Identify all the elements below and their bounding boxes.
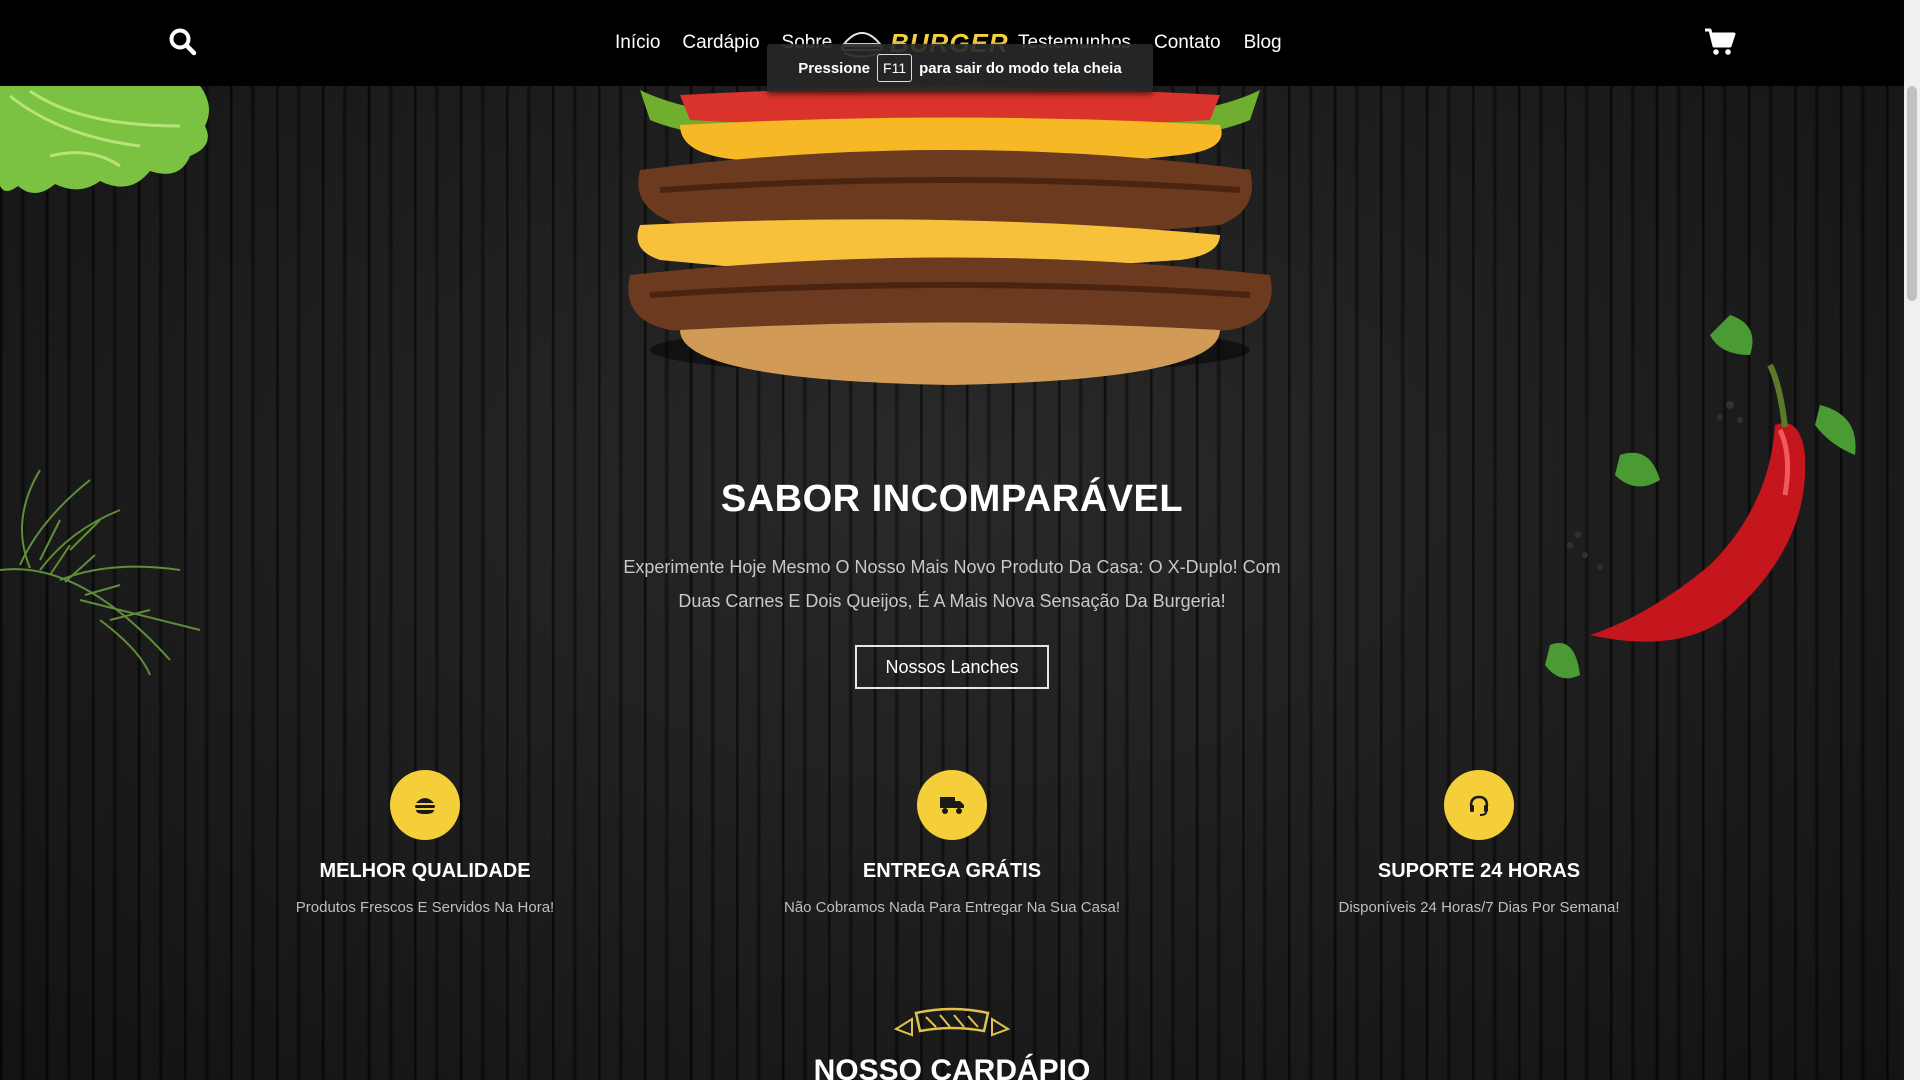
double-burger-image xyxy=(628,87,1272,385)
nossos-lanches-button[interactable]: Nossos Lanches xyxy=(855,645,1049,689)
delivery-truck-icon xyxy=(940,797,964,814)
nav-link-cardapio[interactable]: Cardápio xyxy=(682,30,759,56)
hero-title: SABOR INCOMPARÁVEL xyxy=(720,478,1184,520)
ribbon-ornament-icon xyxy=(893,1007,1011,1037)
feature-icon-circle xyxy=(917,770,987,840)
feature-title: SUPORTE 24 HORAS xyxy=(1377,860,1581,882)
feature-quality: MELHOR QUALIDADE Produtos Frescos E Serv… xyxy=(215,770,635,916)
feature-support: SUPORTE 24 HORAS Disponíveis 24 Horas/7 … xyxy=(1269,770,1689,916)
nav-link-inicio[interactable]: Início xyxy=(615,30,660,56)
feature-title: MELHOR QUALIDADE xyxy=(319,860,531,882)
feature-icon-circle xyxy=(1444,770,1514,840)
feature-description: Disponíveis 24 Horas/7 Dias Por Semana! xyxy=(1338,899,1620,916)
fullscreen-exit-toast: Pressione F11 para sair do modo tela che… xyxy=(767,44,1153,92)
cart-icon[interactable] xyxy=(1704,26,1736,58)
nav-link-blog[interactable]: Blog xyxy=(1244,30,1282,56)
toast-text-before: Pressione xyxy=(798,59,871,77)
lettuce-image xyxy=(0,86,209,194)
feature-description: Produtos Frescos E Servidos Na Hora! xyxy=(295,899,555,916)
burger-icon xyxy=(415,798,435,814)
hero-description: Experimente Hoje Mesmo O Nosso Mais Novo… xyxy=(623,557,1281,611)
feature-delivery: ENTREGA GRÁTIS Não Cobramos Nada Para En… xyxy=(742,770,1162,916)
feature-title: ENTREGA GRÁTIS xyxy=(862,860,1042,882)
feature-description: Não Cobramos Nada Para Entregar Na Sua C… xyxy=(783,899,1120,916)
feature-icon-circle xyxy=(390,770,460,840)
headset-icon xyxy=(1469,795,1489,816)
menu-section-title: NOSSO CARDÁPIO xyxy=(813,1054,1091,1080)
nav-link-contato[interactable]: Contato xyxy=(1154,30,1221,56)
scrollbar-thumb[interactable] xyxy=(1907,86,1917,301)
toast-text-after: para sair do modo tela cheia xyxy=(919,59,1122,77)
search-icon[interactable] xyxy=(168,27,198,57)
toast-key-f11: F11 xyxy=(877,54,913,82)
page-scrollbar[interactable] xyxy=(1904,0,1920,1080)
